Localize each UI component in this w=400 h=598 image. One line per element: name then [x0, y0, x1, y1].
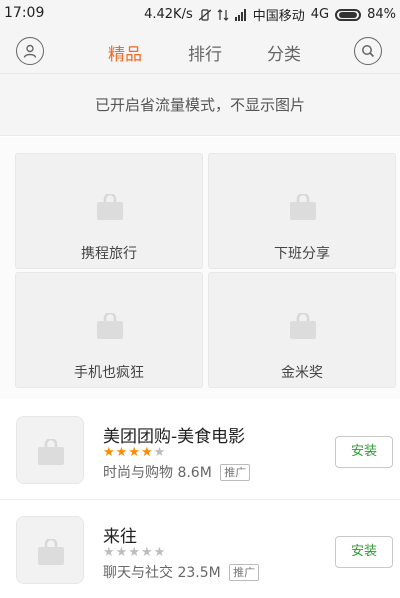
- feature-card[interactable]: 手机也疯狂: [15, 272, 203, 388]
- app-meta: 聊天与社交 23.5M 推广: [103, 562, 260, 582]
- bag-placeholder-icon: [97, 313, 123, 339]
- signal-icon: [234, 8, 247, 21]
- vibrate-off-icon: [198, 8, 212, 21]
- battery-level: 84%: [367, 7, 396, 22]
- app-size: 23.5M: [177, 565, 221, 581]
- promoted-badge: 推广: [220, 464, 251, 481]
- star-empty-icon: ★: [103, 545, 116, 560]
- bag-placeholder-icon: [290, 194, 316, 220]
- bag-placeholder-icon: [38, 539, 64, 565]
- status-time: 17:09: [4, 5, 45, 21]
- feature-card-label: 携程旅行: [81, 246, 137, 262]
- rating-stars: ★★★★★: [103, 445, 166, 460]
- feature-card-label: 手机也疯狂: [74, 365, 144, 381]
- promoted-badge: 推广: [229, 564, 260, 581]
- bag-placeholder-icon: [38, 439, 64, 465]
- app-category: 时尚与购物: [103, 465, 173, 481]
- app-icon-placeholder: [16, 416, 84, 484]
- status-right: 4.42K/s 中国移动 4G 84%: [144, 5, 396, 24]
- tab-ranking[interactable]: 排行: [188, 40, 222, 65]
- star-empty-icon: ★: [153, 545, 167, 560]
- feature-grid: 携程旅行 下班分享 手机也疯狂 金米奖: [0, 137, 400, 399]
- feature-card-label: 下班分享: [274, 246, 330, 262]
- app-size: 8.6M: [177, 465, 212, 481]
- star-filled-icon: ★: [140, 445, 154, 460]
- star-filled-icon: ★: [115, 445, 129, 460]
- install-button[interactable]: 安装: [335, 536, 393, 568]
- search-icon: [362, 45, 375, 58]
- tab-featured[interactable]: 精品: [108, 40, 142, 65]
- app-name: 美团团购-美食电影: [103, 427, 246, 447]
- carrier-name: 中国移动: [252, 9, 305, 24]
- tab-category[interactable]: 分类: [267, 40, 301, 65]
- user-button[interactable]: [16, 37, 44, 65]
- star-empty-icon: ★: [128, 545, 141, 560]
- status-bar: 17:09 4.42K/s 中国移动 4G 84%: [0, 0, 400, 28]
- star-filled-icon: ★: [103, 445, 116, 460]
- install-button[interactable]: 安装: [335, 436, 393, 468]
- bag-placeholder-icon: [97, 194, 123, 220]
- user-icon: [23, 44, 37, 58]
- star-empty-icon: ★: [140, 545, 154, 560]
- app-meta: 时尚与购物 8.6M 推广: [103, 462, 251, 482]
- network-type: 4G: [310, 7, 330, 22]
- data-arrows-icon: [217, 8, 229, 21]
- feature-card[interactable]: 下班分享: [208, 153, 396, 269]
- star-filled-icon: ★: [128, 445, 141, 460]
- search-button[interactable]: [354, 37, 382, 65]
- star-empty-icon: ★: [153, 445, 167, 460]
- app-list-item[interactable]: 美团团购-美食电影 ★★★★★ 时尚与购物 8.6M 推广 安装: [0, 402, 400, 500]
- app-icon-placeholder: [16, 516, 84, 584]
- app-list-item[interactable]: 来往 ★★★★★ 聊天与社交 23.5M 推广 安装: [0, 502, 400, 598]
- app-header: 精品 排行 分类: [0, 28, 400, 74]
- battery-icon: [335, 8, 362, 21]
- network-speed: 4.42K/s: [144, 7, 193, 22]
- feature-card[interactable]: 携程旅行: [15, 153, 203, 269]
- rating-stars: ★★★★★: [103, 545, 166, 560]
- app-category: 聊天与社交: [103, 565, 173, 581]
- bag-placeholder-icon: [290, 313, 316, 339]
- star-empty-icon: ★: [115, 545, 129, 560]
- data-saver-notice: 已开启省流量模式，不显示图片: [0, 74, 400, 136]
- feature-card[interactable]: 金米奖: [208, 272, 396, 388]
- app-name: 来往: [103, 527, 137, 547]
- feature-card-label: 金米奖: [281, 365, 323, 381]
